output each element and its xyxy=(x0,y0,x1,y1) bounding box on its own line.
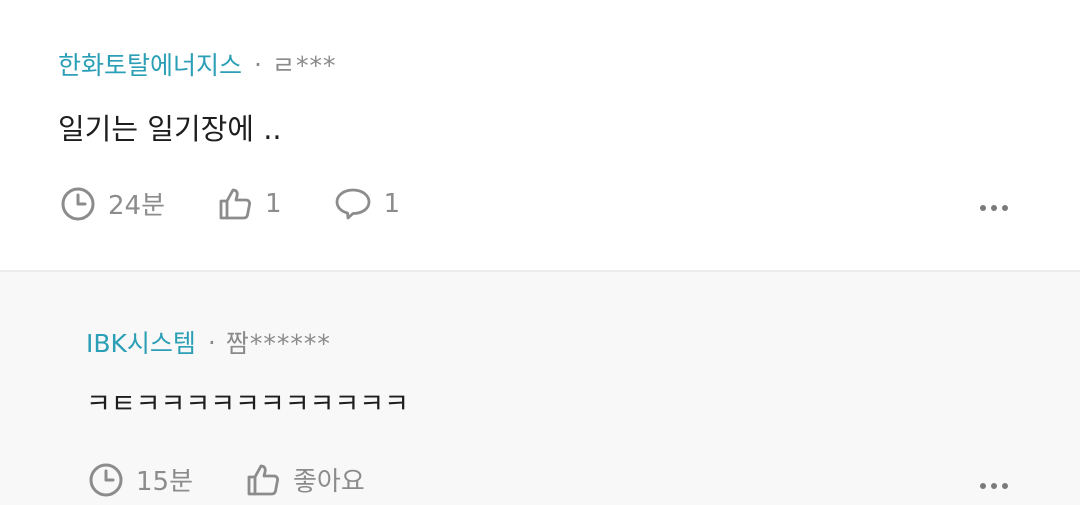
like-count: 1 xyxy=(265,188,282,219)
meta-separator: · xyxy=(207,327,216,357)
comment-meta: 한화토탈에너지스 · ㄹ*** xyxy=(58,46,336,82)
dot-shape xyxy=(991,205,997,211)
reply-count: 1 xyxy=(383,188,401,219)
reply-button[interactable]: 1 xyxy=(334,186,401,222)
dot-shape xyxy=(980,483,986,489)
dot-shape xyxy=(980,205,986,211)
more-options-icon[interactable] xyxy=(980,205,1008,211)
speech-bubble-icon xyxy=(335,188,370,219)
dot-shape xyxy=(1002,205,1008,211)
like-button[interactable]: 1 xyxy=(217,186,282,222)
user-name: ㄹ*** xyxy=(271,51,337,80)
reply-actions: 15분 좋아요 xyxy=(88,461,365,498)
dot-shape xyxy=(1002,483,1008,489)
like-button[interactable]: 좋아요 xyxy=(245,461,365,498)
dot-shape xyxy=(991,483,997,489)
company-name[interactable]: 한화토탈에너지스 xyxy=(58,46,242,82)
clock-icon xyxy=(89,463,123,496)
thumbs-up-icon xyxy=(219,188,252,219)
meta-separator: · xyxy=(254,49,262,79)
comment-actions: 24분 1 1 xyxy=(60,185,400,222)
reply-card: IBK시스템 · 짬****** ㅋㅌㅋㅋㅋㅋㅋㅋㅋㅋㅋㅋㅋ 15분 좋아요 xyxy=(0,272,1080,505)
reply-text: ㅋㅌㅋㅋㅋㅋㅋㅋㅋㅋㅋㅋㅋ xyxy=(86,389,409,420)
comment-text: 일기는 일기장에 .. xyxy=(58,112,282,146)
more-options-icon[interactable] xyxy=(980,483,1008,489)
thumbs-up-icon xyxy=(247,464,280,495)
comment-card: 한화토탈에너지스 · ㄹ*** 일기는 일기장에 .. 24분 1 1 xyxy=(0,0,1080,270)
time-info: 24분 xyxy=(60,185,165,222)
time-ago: 15분 xyxy=(136,467,194,497)
like-label: 좋아요 xyxy=(293,467,365,497)
reply-meta: IBK시스템 · 짬****** xyxy=(86,324,331,360)
time-info: 15분 xyxy=(88,461,193,498)
clock-icon xyxy=(61,187,95,220)
time-ago: 24분 xyxy=(108,191,166,221)
user-name: 짬****** xyxy=(225,329,331,358)
company-name[interactable]: IBK시스템 xyxy=(86,324,196,360)
